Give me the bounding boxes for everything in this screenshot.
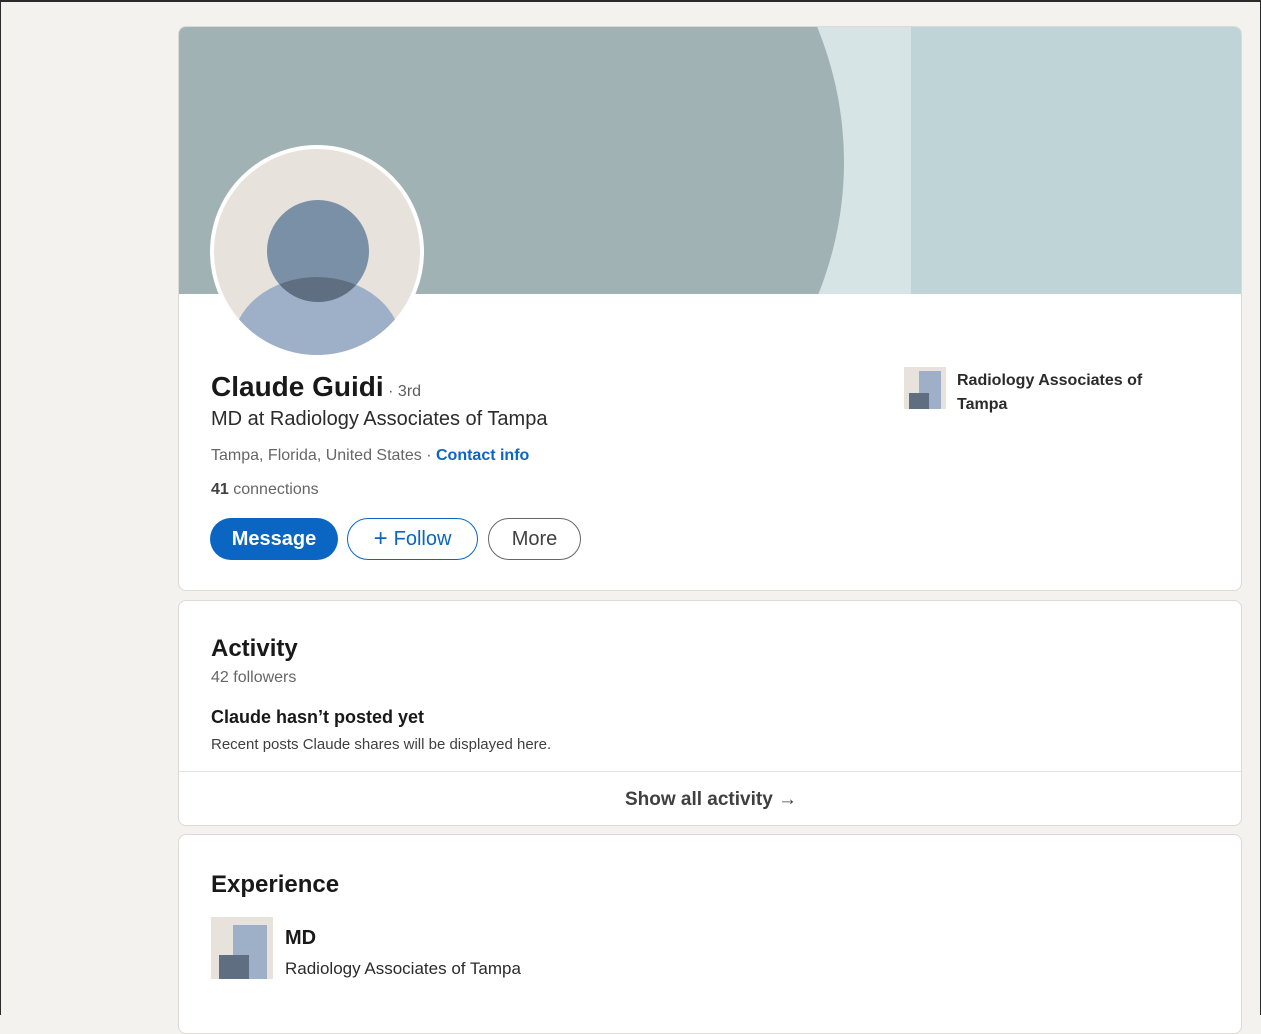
more-button-label: More	[511, 527, 558, 550]
profile-location: Tampa, Florida, United States	[211, 447, 422, 464]
connections-count: 41	[211, 481, 229, 498]
experience-section: Experience MD Radiology Associates of Ta…	[178, 834, 1242, 1034]
avatar-head-shape	[267, 200, 369, 302]
company-logo-icon[interactable]	[904, 367, 946, 409]
logo-square-block	[909, 393, 929, 409]
current-company-link[interactable]: Radiology Associates of Tampa	[957, 369, 1197, 417]
message-button-label: Message	[231, 527, 317, 550]
profile-name: Claude Guidi	[211, 371, 384, 402]
show-all-activity-label: Show all activity →	[624, 788, 798, 810]
profile-avatar[interactable]	[210, 145, 424, 359]
name-line: Claude Guidi · 3rd	[211, 371, 421, 403]
experience-role: MD	[285, 927, 317, 949]
experience-company: Radiology Associates of Tampa	[285, 959, 521, 978]
activity-section: Activity 42 followers Claude hasn’t post…	[178, 600, 1242, 826]
profile-top-card: Claude Guidi · 3rd MD at Radiology Assoc…	[178, 26, 1242, 591]
empty-activity-description: Recent posts Claude shares will be displ…	[211, 736, 552, 753]
connection-degree: · 3rd	[388, 383, 422, 400]
profile-headline: MD at Radiology Associates of Tampa	[211, 408, 548, 430]
show-all-activity-button[interactable]: Show all activity →	[179, 772, 1241, 825]
experience-company-logo-icon[interactable]	[211, 917, 273, 979]
followers-count: 42 followers	[211, 669, 297, 686]
plus-icon: +	[373, 525, 388, 552]
location-separator: ·	[421, 447, 436, 464]
message-button[interactable]: Message	[210, 518, 338, 560]
experience-title: Experience	[211, 871, 340, 898]
empty-activity-title: Claude hasn’t posted yet	[211, 707, 425, 727]
avatar-shadow-shape	[267, 277, 369, 302]
location-line: Tampa, Florida, United States · Contact …	[211, 447, 529, 465]
activity-title: Activity	[211, 635, 298, 662]
connections-line[interactable]: 41 connections	[211, 481, 319, 499]
more-button[interactable]: More	[488, 518, 581, 560]
exp-logo-square-block	[219, 955, 249, 979]
follow-button[interactable]: + Follow	[347, 518, 478, 560]
contact-info-link[interactable]: Contact info	[436, 447, 529, 464]
connections-label: connections	[233, 481, 319, 498]
follow-button-label: Follow	[393, 527, 452, 550]
